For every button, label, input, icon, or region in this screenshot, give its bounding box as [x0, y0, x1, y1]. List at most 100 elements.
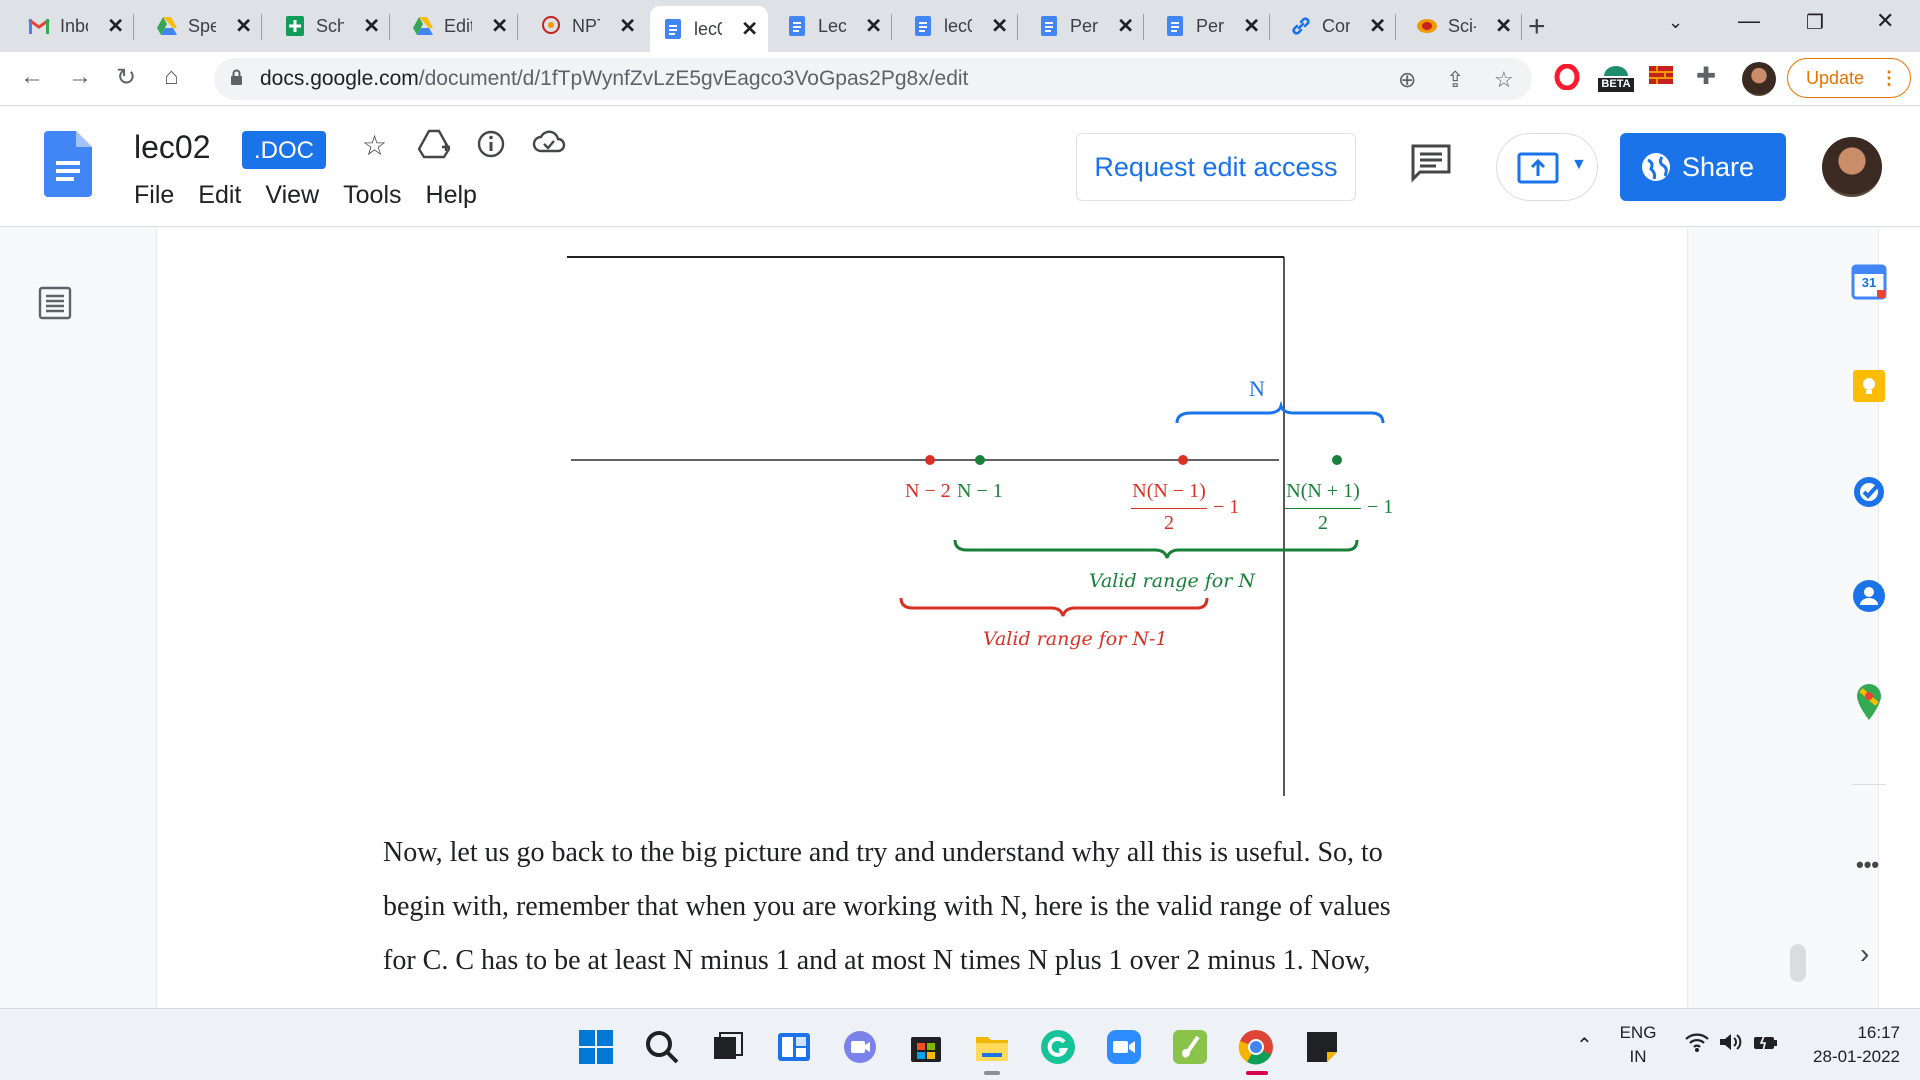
document-details-icon[interactable] [476, 129, 506, 166]
clock-time[interactable]: 16:17 [1794, 1023, 1900, 1043]
vertical-scrollbar-thumb[interactable] [1790, 944, 1806, 982]
close-tab-icon[interactable]: ✕ [491, 14, 508, 39]
tab-lec02-active[interactable]: lec0 ✕ [650, 6, 768, 52]
restore-button[interactable]: ❐ [1806, 10, 1824, 35]
wifi-icon[interactable] [1684, 1031, 1710, 1058]
back-arrow-icon[interactable]: ← [20, 63, 44, 91]
document-outline-icon[interactable] [38, 286, 72, 325]
menu-file[interactable]: File [134, 181, 174, 210]
tab-inbox[interactable]: Inbox ✕ [16, 8, 134, 44]
new-tab-button[interactable]: + [1528, 10, 1546, 44]
battery-charging-icon[interactable] [1752, 1031, 1778, 1058]
gmail-icon [28, 15, 50, 37]
chrome-icon[interactable] [1238, 1029, 1274, 1065]
contacts-icon[interactable] [1851, 578, 1887, 619]
tab-divider [1269, 14, 1270, 40]
zoom-app-icon[interactable] [1106, 1029, 1142, 1065]
tab-edit[interactable]: Edit ✕ [400, 8, 518, 44]
task-view-icon[interactable] [710, 1029, 746, 1065]
wall-extension-icon[interactable] [1648, 64, 1674, 91]
share-button[interactable]: Share [1620, 133, 1786, 201]
reload-icon[interactable]: ↻ [116, 63, 136, 92]
close-tab-icon[interactable]: ✕ [991, 14, 1008, 39]
tab-npt[interactable]: NPT ✕ [528, 8, 646, 44]
notepad-plus-plus-icon[interactable] [1172, 1029, 1208, 1065]
tab-lect[interactable]: Lect ✕ [774, 8, 892, 44]
clock-date[interactable]: 28-01-2022 [1794, 1047, 1900, 1067]
expand-side-panel-chevron-icon[interactable]: › [1860, 938, 1869, 970]
update-label: Update [1806, 68, 1865, 88]
maps-icon[interactable] [1851, 682, 1887, 727]
present-dropdown-icon[interactable]: ▼ [1571, 156, 1587, 174]
tab-search-chevron-icon[interactable]: ⌄ [1668, 12, 1683, 33]
close-tab-icon[interactable]: ✕ [741, 17, 758, 42]
close-tab-icon[interactable]: ✕ [619, 14, 636, 39]
teams-chat-icon[interactable] [842, 1029, 878, 1065]
beta-extension-icon[interactable]: BETA [1596, 58, 1636, 103]
tab-lec0[interactable]: lec0 ✕ [900, 8, 1018, 44]
volume-icon[interactable] [1718, 1031, 1744, 1058]
forward-arrow-icon[interactable]: → [68, 63, 92, 91]
language-indicator-line1[interactable]: ENG [1618, 1023, 1658, 1043]
google-docs-logo-icon[interactable] [44, 131, 92, 202]
address-bar[interactable]: docs.google.com/document/d/1fTpWynfZvLzE… [214, 58, 1532, 100]
language-indicator-line2[interactable]: IN [1618, 1047, 1658, 1067]
body-paragraph[interactable]: Now, let us go back to the big picture a… [383, 826, 1463, 988]
close-tab-icon[interactable]: ✕ [1243, 14, 1260, 39]
tab-strip: Inbox ✕ Spe ✕ Sch ✕ Edit ✕ NPT ✕ [0, 0, 1920, 52]
cloud-saved-icon[interactable] [532, 129, 566, 162]
grammarly-icon[interactable] [1040, 1029, 1076, 1065]
tab-title: Inbox [60, 15, 88, 36]
tab-sci[interactable]: Sci- ✕ [1404, 8, 1522, 44]
menu-view[interactable]: View [265, 181, 319, 210]
tab-divider [1521, 14, 1522, 40]
close-tab-icon[interactable]: ✕ [865, 14, 882, 39]
tab-sch[interactable]: Sch ✕ [272, 8, 390, 44]
tab-pers-1[interactable]: Pers ✕ [1026, 8, 1144, 44]
zoom-icon[interactable]: ⊕ [1398, 67, 1416, 93]
close-tab-icon[interactable]: ✕ [1495, 14, 1512, 39]
minimize-button[interactable]: — [1738, 8, 1760, 34]
close-tab-icon[interactable]: ✕ [235, 14, 252, 39]
close-tab-icon[interactable]: ✕ [1369, 14, 1386, 39]
account-avatar[interactable] [1822, 137, 1882, 197]
move-to-drive-icon[interactable] [417, 129, 452, 166]
microsoft-store-icon[interactable] [908, 1029, 944, 1065]
file-explorer-icon[interactable] [974, 1029, 1010, 1065]
tab-spe[interactable]: Spe ✕ [144, 8, 262, 44]
extensions-puzzle-icon[interactable]: ✚ [1696, 62, 1716, 91]
star-icon[interactable]: ☆ [362, 129, 387, 162]
request-edit-access-button[interactable]: Request edit access [1076, 133, 1356, 201]
tab-con[interactable]: Con ✕ [1278, 8, 1396, 44]
sticky-notes-icon[interactable] [1304, 1029, 1340, 1065]
bookmark-star-icon[interactable]: ☆ [1494, 67, 1514, 93]
document-page[interactable]: N N − 2 N − 1 N(N − 1) 2 − 1 N(N + 1) 2 … [157, 228, 1687, 1008]
tab-title: Lect [818, 15, 846, 36]
tab-pers-2[interactable]: Pers ✕ [1152, 8, 1270, 44]
close-tab-icon[interactable]: ✕ [363, 14, 380, 39]
close-tab-icon[interactable]: ✕ [107, 14, 124, 39]
show-hidden-icons-chevron-icon[interactable]: ⌃ [1576, 1033, 1593, 1058]
menu-tools[interactable]: Tools [343, 181, 401, 210]
more-options-icon[interactable]: ••• [1856, 852, 1879, 878]
share-page-icon[interactable]: ⇪ [1446, 67, 1464, 93]
calendar-icon[interactable]: 31 [1851, 264, 1887, 305]
profile-avatar[interactable] [1742, 62, 1776, 96]
valid-range-n-minus-1-label: Valid range for N-1 [983, 628, 1168, 650]
widgets-icon[interactable] [776, 1029, 812, 1065]
update-button[interactable]: Update ⋮ [1787, 58, 1911, 98]
menu-help[interactable]: Help [426, 181, 477, 210]
tab-divider [261, 14, 262, 40]
present-button[interactable]: ▼ [1496, 133, 1598, 201]
home-icon[interactable]: ⌂ [164, 63, 179, 91]
comments-icon[interactable] [1410, 143, 1452, 188]
search-icon[interactable] [644, 1029, 680, 1065]
keep-icon[interactable] [1851, 368, 1887, 409]
close-tab-icon[interactable]: ✕ [1117, 14, 1134, 39]
document-title[interactable]: lec02 [134, 129, 211, 166]
close-window-button[interactable]: ✕ [1876, 8, 1894, 34]
menu-edit[interactable]: Edit [198, 181, 241, 210]
opera-extension-icon[interactable] [1554, 63, 1580, 95]
windows-start-icon[interactable] [578, 1029, 614, 1065]
tasks-icon[interactable] [1851, 474, 1887, 515]
